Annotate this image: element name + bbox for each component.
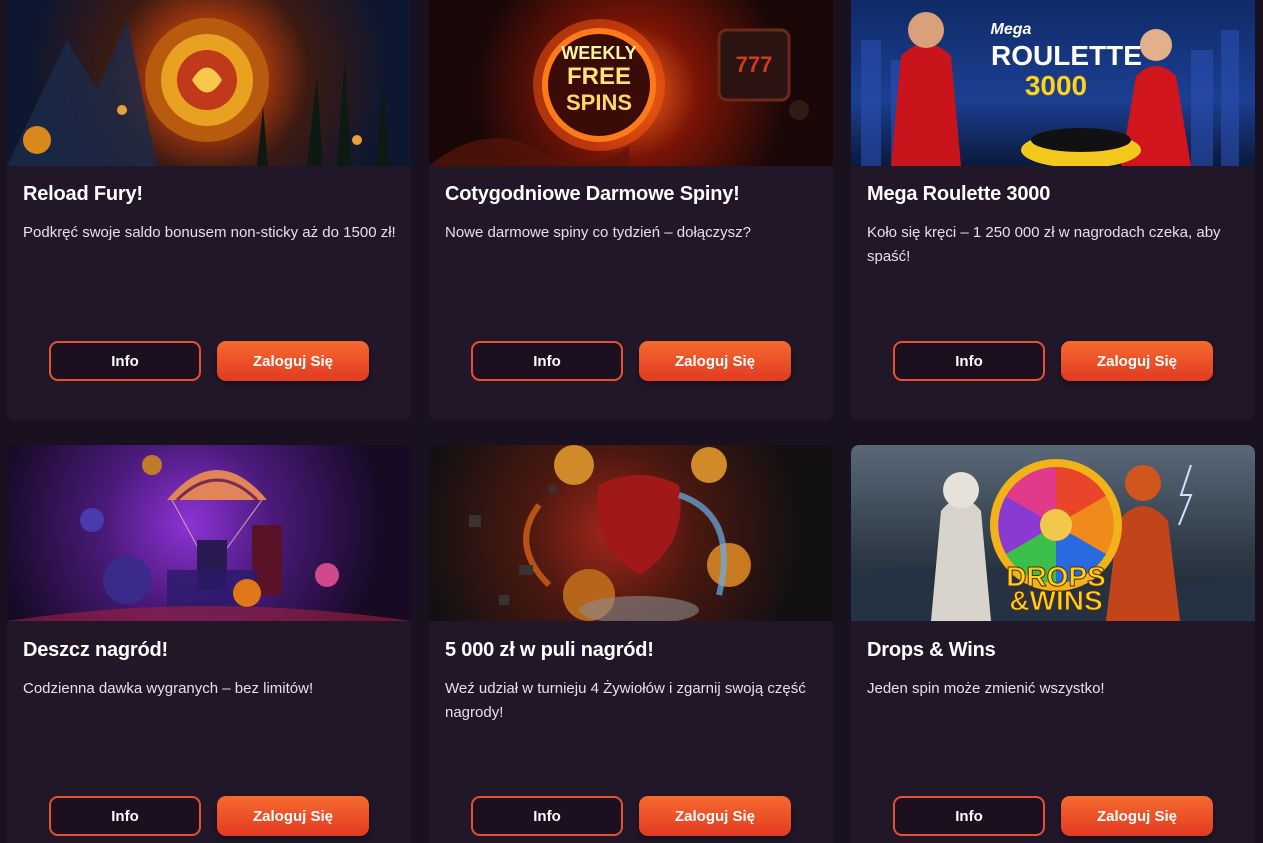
promo-banner[interactable] <box>429 445 833 621</box>
weekly-text: WEEKLY <box>561 43 637 63</box>
promo-card-mega-roulette: Mega ROULETTE 3000 Mega Roulette 3000 Ko… <box>851 0 1255 420</box>
promo-description: Koło się kręci – 1 250 000 zł w nagrodac… <box>867 224 1221 265</box>
promo-title: 5 000 zł w puli nagród! <box>445 639 654 661</box>
promo-description: Weź udział w turnieju 4 Żywiołów i zgarn… <box>445 680 806 721</box>
promo-title: Mega Roulette 3000 <box>867 183 1051 205</box>
promo-card-reward-rain: Deszcz nagród! Codzienna dawka wygranych… <box>7 445 411 843</box>
promo-title: Drops & Wins <box>867 639 996 661</box>
promo-banner-image <box>429 445 833 621</box>
login-button[interactable]: Zaloguj Się <box>1061 796 1213 836</box>
promo-description: Jeden spin może zmienić wszystko! <box>867 680 1105 697</box>
promo-card-drops-wins: DROPS &WINS Drops & Wins Jeden spin może… <box>851 445 1255 843</box>
promo-card-prize-pool: 5 000 zł w puli nagród! Weź udział w tur… <box>429 445 833 843</box>
wins-text: &WINS <box>1009 585 1103 616</box>
promo-banner-image: Mega ROULETTE 3000 <box>851 0 1255 166</box>
promo-description: Nowe darmowe spiny co tydzień – dołączys… <box>445 224 751 241</box>
roulette-text: ROULETTE <box>991 40 1142 71</box>
promo-banner[interactable]: Mega ROULETTE 3000 <box>851 0 1255 166</box>
info-button[interactable]: Info <box>893 796 1045 836</box>
promo-description: Codzienna dawka wygranych – bez limitów! <box>23 680 314 697</box>
promotions-grid: Reload Fury! Podkręć swoje saldo bonusem… <box>0 0 1263 843</box>
promo-banner-image: DROPS &WINS <box>851 445 1255 621</box>
info-button[interactable]: Info <box>49 796 201 836</box>
promo-banner[interactable] <box>7 0 411 166</box>
promo-banner[interactable] <box>7 445 411 621</box>
mega-text: Mega <box>990 21 1032 38</box>
promo-card-reload-fury: Reload Fury! Podkręć swoje saldo bonusem… <box>7 0 411 420</box>
promo-banner-image: WEEKLY FREE SPINS 777 <box>429 0 833 166</box>
spins-text: SPINS <box>565 90 633 115</box>
promo-banner[interactable]: WEEKLY FREE SPINS 777 <box>429 0 833 166</box>
info-button[interactable]: Info <box>471 796 623 836</box>
login-button[interactable]: Zaloguj Się <box>1061 341 1213 381</box>
promo-card-weekly-free-spins: WEEKLY FREE SPINS 777 Cotygodniowe Darmo… <box>429 0 833 420</box>
login-button[interactable]: Zaloguj Się <box>639 341 791 381</box>
slot-reel-text: 777 <box>735 52 773 77</box>
free-text: FREE <box>566 63 631 90</box>
promo-description: Podkręć swoje saldo bonusem non-sticky a… <box>23 224 396 241</box>
promo-title: Cotygodniowe Darmowe Spiny! <box>445 183 740 205</box>
promo-banner-image <box>7 0 411 166</box>
promo-banner-image <box>7 445 411 621</box>
promo-banner[interactable]: DROPS &WINS <box>851 445 1255 621</box>
info-button[interactable]: Info <box>49 341 201 381</box>
login-button[interactable]: Zaloguj Się <box>217 341 369 381</box>
login-button[interactable]: Zaloguj Się <box>217 796 369 836</box>
info-button[interactable]: Info <box>471 341 623 381</box>
login-button[interactable]: Zaloguj Się <box>639 796 791 836</box>
3000-text: 3000 <box>1024 70 1088 101</box>
promo-title: Reload Fury! <box>23 183 143 205</box>
promo-title: Deszcz nagród! <box>23 639 169 661</box>
info-button[interactable]: Info <box>893 341 1045 381</box>
